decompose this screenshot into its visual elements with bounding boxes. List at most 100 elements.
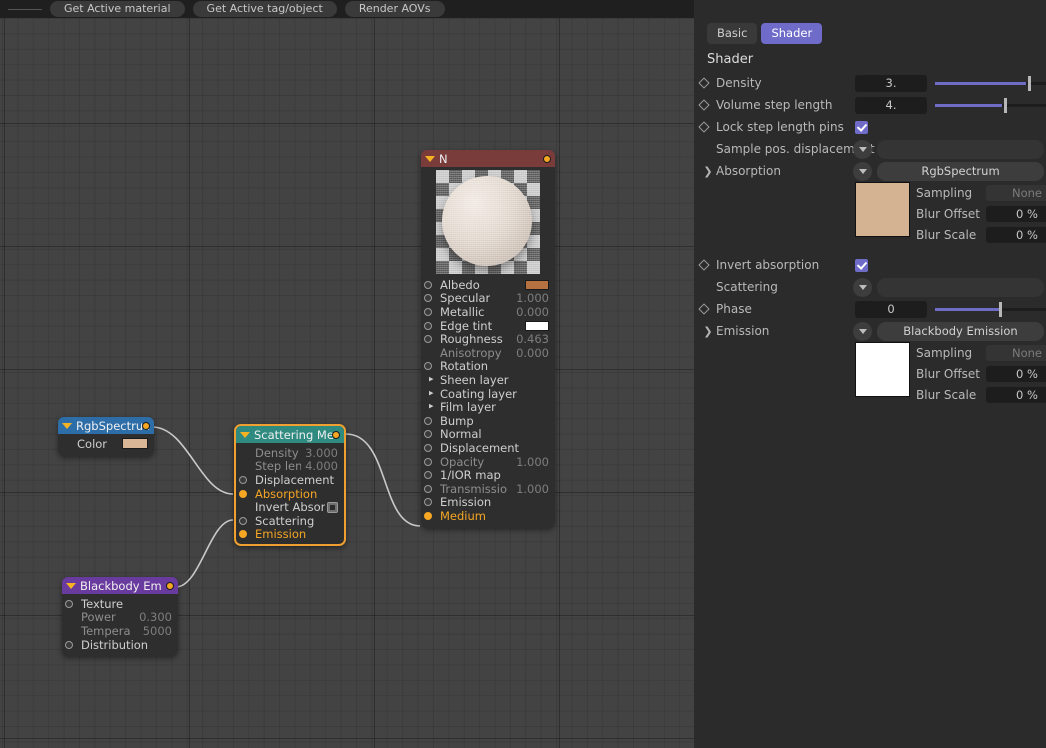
node-row[interactable]: 1/IOR map (421, 468, 555, 482)
node-rgbspectrum[interactable]: RgbSpectrum Color (58, 417, 154, 456)
slider-knob[interactable] (1028, 75, 1031, 91)
keyframe-diamond-icon[interactable] (698, 303, 710, 315)
invert-absorption-checkbox[interactable] (855, 258, 868, 272)
emission-blur-scale-field[interactable]: 0 % (986, 386, 1046, 403)
node-row[interactable]: Displacement (236, 473, 344, 487)
sample-pos-displacement-selector[interactable] (877, 139, 1044, 159)
collapse-triangle-icon[interactable] (62, 422, 72, 429)
emission-sampling-select[interactable]: None (986, 344, 1046, 361)
keyframe-diamond-icon[interactable] (698, 77, 710, 89)
row-value[interactable]: 1.000 (512, 482, 549, 496)
tab-basic[interactable]: Basic (707, 23, 758, 44)
chevron-right-icon[interactable]: ▸ (429, 375, 434, 384)
node-material-header[interactable]: N (421, 150, 555, 167)
node-output-port[interactable] (543, 154, 551, 163)
texture-row-sampling[interactable]: Sampling None (916, 342, 1046, 363)
node-row[interactable]: Tempera 5000 (62, 624, 178, 638)
absorption-blur-offset-field[interactable]: 0 % (986, 205, 1046, 222)
color-swatch[interactable] (122, 438, 148, 450)
node-blackbody-header[interactable]: Blackbody Em (62, 577, 178, 594)
node-row[interactable]: Emission (421, 495, 555, 509)
density-slider[interactable] (935, 75, 1046, 92)
node-row-expandable[interactable]: ▸ Coating layer (421, 387, 555, 401)
row-value[interactable]: 0.300 (135, 610, 172, 624)
render-aovs-button[interactable]: Render AOVs (344, 1, 445, 17)
input-port-icon[interactable] (424, 335, 432, 344)
emission-color-swatch[interactable] (855, 342, 910, 397)
emission-blur-offset-field[interactable]: 0 % (986, 365, 1046, 382)
node-rgbspectrum-header[interactable]: RgbSpectrum (58, 417, 154, 434)
row-value[interactable]: 4.000 (301, 459, 338, 473)
node-row[interactable]: Power 0.300 (62, 610, 178, 624)
property-row-invert-absorption[interactable]: Invert absorption (694, 254, 1046, 276)
input-port-icon[interactable] (239, 516, 247, 525)
texture-row-blur-scale[interactable]: Blur Scale 0 % (916, 224, 1046, 245)
node-row-color[interactable]: Color (58, 437, 154, 451)
keyframe-diamond-icon[interactable] (698, 99, 710, 111)
row-value[interactable]: 3.000 (301, 446, 338, 460)
row-value[interactable]: 0.463 (512, 332, 549, 346)
collapse-triangle-icon[interactable] (425, 155, 435, 162)
property-row-emission[interactable]: ❯ Emission Blackbody Emission (694, 320, 1046, 342)
node-row[interactable]: Roughness 0.463 (421, 332, 555, 346)
input-port-icon-connected[interactable] (239, 489, 247, 498)
property-row-sample-pos-displacement[interactable]: Sample pos. displacement (694, 138, 1046, 160)
chevron-right-icon[interactable]: ❯ (700, 165, 716, 178)
volume-step-length-slider[interactable] (935, 97, 1046, 114)
volume-step-length-value-field[interactable]: 4. (855, 96, 927, 114)
input-port-icon[interactable] (65, 599, 73, 608)
node-row[interactable]: Anisotropy 0.000 (421, 346, 555, 360)
node-row-expandable[interactable]: ▸ Film layer (421, 400, 555, 414)
node-row[interactable]: Rotation (421, 359, 555, 373)
node-scattering-medium[interactable]: Scattering Me Density 3.000 Step len 4.000… (234, 424, 346, 547)
node-output-port[interactable] (166, 581, 174, 590)
get-active-tag-object-button[interactable]: Get Active tag/object (192, 1, 337, 17)
input-port-icon[interactable] (424, 416, 432, 425)
input-port-icon[interactable] (424, 294, 432, 303)
input-port-icon[interactable] (424, 307, 432, 316)
property-row-density[interactable]: Density 3. (694, 72, 1046, 94)
lock-step-length-pins-checkbox[interactable] (855, 120, 868, 134)
input-port-icon[interactable] (424, 321, 432, 330)
node-row-emission[interactable]: Emission (236, 527, 344, 541)
input-port-icon[interactable] (424, 471, 432, 480)
chevron-down-icon[interactable] (853, 321, 872, 341)
node-row[interactable]: Bump (421, 414, 555, 428)
slider-knob[interactable] (1004, 97, 1007, 113)
absorption-blur-scale-field[interactable]: 0 % (986, 226, 1046, 243)
node-row[interactable]: Scattering (236, 514, 344, 528)
phase-value-field[interactable]: 0 (855, 300, 927, 318)
node-graph-canvas[interactable]: N Albedo Specular 1.000 Metallic 0.000 Edg… (0, 18, 694, 748)
node-row[interactable]: Metallic 0.000 (421, 305, 555, 319)
node-material[interactable]: N Albedo Specular 1.000 Metallic 0.000 Edg… (421, 150, 555, 528)
input-port-icon-connected[interactable] (424, 511, 432, 520)
input-port-icon-connected[interactable] (239, 530, 247, 539)
node-row[interactable]: Distribution (62, 638, 178, 652)
texture-row-blur-scale[interactable]: Blur Scale 0 % (916, 384, 1046, 405)
keyframe-diamond-icon[interactable] (698, 121, 710, 133)
texture-row-sampling[interactable]: Sampling None (916, 182, 1046, 203)
texture-row-blur-offset[interactable]: Blur Offset 0 % (916, 363, 1046, 384)
property-row-lock-step-length-pins[interactable]: Lock step length pins (694, 116, 1046, 138)
slider-knob[interactable] (999, 301, 1002, 317)
node-row[interactable]: Specular 1.000 (421, 291, 555, 305)
row-value[interactable]: 1.000 (512, 291, 549, 305)
absorption-node-selector[interactable]: RgbSpectrum (877, 161, 1044, 181)
node-row[interactable]: Step len 4.000 (236, 459, 344, 473)
keyframe-diamond-icon[interactable] (698, 259, 710, 271)
input-port-icon[interactable] (424, 498, 432, 507)
tab-shader[interactable]: Shader (761, 23, 823, 44)
node-row[interactable]: Displacement (421, 441, 555, 455)
node-output-port[interactable] (142, 421, 150, 430)
node-output-port[interactable] (332, 430, 340, 439)
node-row[interactable]: Opacity 1.000 (421, 455, 555, 469)
collapse-triangle-icon[interactable] (240, 431, 250, 438)
node-row-absorption[interactable]: Absorption (236, 487, 344, 501)
chevron-right-icon[interactable]: ❯ (700, 325, 716, 338)
input-port-icon[interactable] (424, 484, 432, 493)
chevron-down-icon[interactable] (853, 161, 872, 181)
property-row-phase[interactable]: Phase 0 (694, 298, 1046, 320)
chevron-right-icon[interactable]: ▸ (429, 389, 434, 398)
node-row-medium[interactable]: Medium (421, 509, 555, 523)
node-row-invert-absorption[interactable]: Invert Absor (236, 500, 344, 514)
